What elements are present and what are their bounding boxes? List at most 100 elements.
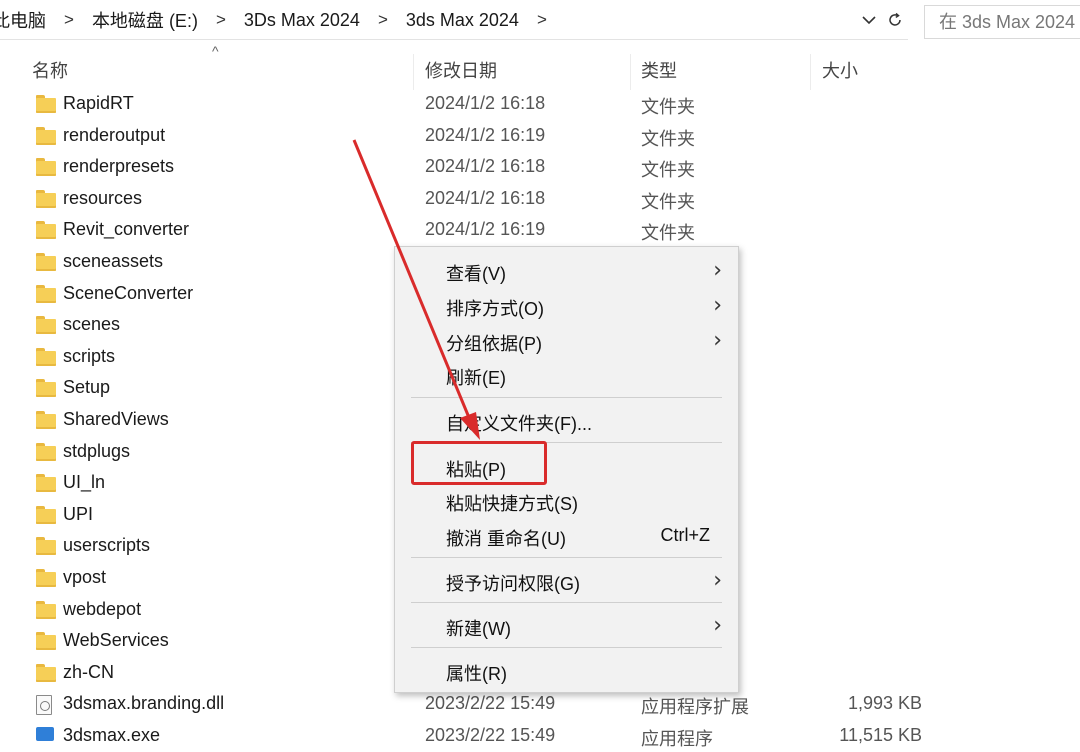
menu-item-properties[interactable]: 属性(R) — [395, 655, 738, 687]
file-modified-date: 2024/1/2 16:18 — [425, 187, 546, 208]
menu-item-label: 查看(V) — [446, 264, 506, 284]
file-row[interactable]: renderpresets 2024/1/2 16:18 文件夹 — [0, 152, 1080, 183]
folder-icon — [36, 158, 56, 177]
menu-item-label: 授予访问权限(G) — [446, 574, 580, 594]
file-name: renderpresets — [63, 156, 175, 177]
address-history-dropdown-icon[interactable] — [856, 0, 882, 40]
breadcrumb-chevron-icon[interactable]: > — [370, 10, 396, 30]
menu-separator — [411, 647, 722, 648]
file-row[interactable]: RapidRT 2024/1/2 16:18 文件夹 — [0, 89, 1080, 120]
menu-item-label: 刷新(E) — [446, 368, 506, 388]
folder-icon — [36, 189, 56, 208]
file-row[interactable]: 3dsmax.exe 2023/2/22 15:49 应用程序 11,515 KB — [0, 721, 1080, 752]
breadcrumb: 此电脑 > 本地磁盘 (E:) > 3Ds Max 2024 > 3ds Max… — [0, 0, 555, 40]
file-type: 应用程序 — [641, 729, 713, 749]
menu-item-group-by[interactable]: 分组依据(P) › — [395, 325, 738, 357]
file-modified-date: 2024/1/2 16:19 — [425, 124, 546, 145]
folder-icon — [36, 663, 56, 682]
file-modified-date: 2024/1/2 16:19 — [425, 219, 546, 240]
file-type: 文件夹 — [641, 128, 695, 149]
refresh-icon[interactable] — [882, 0, 908, 40]
folder-icon — [36, 411, 56, 429]
file-row[interactable]: renderoutput 2024/1/2 16:19 文件夹 — [0, 121, 1080, 152]
breadcrumb-chevron-icon[interactable]: > — [529, 10, 555, 30]
address-bar[interactable]: 此电脑 > 本地磁盘 (E:) > 3Ds Max 2024 > 3ds Max… — [0, 0, 908, 40]
file-type: 文件夹 — [641, 97, 695, 117]
dll-file-icon — [36, 695, 52, 716]
menu-item-grant-access[interactable]: 授予访问权限(G) › — [395, 565, 738, 597]
menu-item-label: 粘贴快捷方式(S) — [446, 494, 578, 514]
file-type: 文件夹 — [641, 191, 695, 212]
file-name: zh-CN — [63, 661, 115, 682]
menu-separator — [411, 557, 722, 558]
submenu-chevron-icon: › — [713, 258, 722, 283]
paste-highlight-box — [411, 441, 547, 485]
folder-icon — [36, 253, 56, 271]
file-type: 文件夹 — [641, 223, 695, 244]
menu-item-customize-folder[interactable]: 自定义文件夹(F)... — [395, 405, 738, 437]
file-size: 11,515 KB — [839, 725, 922, 745]
file-name: UPI — [63, 503, 94, 524]
breadcrumb-3ds-max-parent[interactable]: 3Ds Max 2024 — [234, 10, 370, 31]
breadcrumb-chevron-icon[interactable]: > — [208, 10, 234, 30]
file-name: WebServices — [63, 630, 169, 651]
folder-icon — [36, 347, 56, 366]
column-header-size[interactable]: 大小 — [822, 58, 858, 84]
breadcrumb-chevron-icon[interactable]: > — [56, 10, 82, 30]
file-name: scenes — [63, 314, 121, 335]
folder-icon — [36, 632, 56, 651]
folder-icon — [36, 569, 56, 587]
column-divider[interactable] — [630, 54, 631, 90]
column-divider[interactable] — [413, 54, 414, 90]
column-header-modified[interactable]: 修改日期 — [425, 58, 497, 84]
column-divider[interactable] — [810, 54, 811, 90]
menu-item-shortcut: Ctrl+Z — [660, 525, 711, 545]
column-header-type[interactable]: 类型 — [641, 58, 677, 84]
file-row[interactable]: Revit_converter 2024/1/2 16:19 文件夹 — [0, 215, 1080, 246]
file-name: userscripts — [63, 535, 151, 556]
breadcrumb-this-pc[interactable]: 此电脑 — [0, 7, 56, 33]
file-name: SharedViews — [63, 409, 169, 429]
menu-item-refresh[interactable]: 刷新(E) — [395, 359, 738, 391]
menu-item-label: 分组依据(P) — [446, 334, 542, 354]
file-name: resources — [63, 187, 143, 208]
file-modified-date: 2024/1/2 16:18 — [425, 93, 546, 113]
folder-icon — [36, 221, 56, 240]
search-input[interactable]: 在 3ds Max 2024 中搜索 — [924, 5, 1080, 39]
file-row[interactable]: 3dsmax.branding.dll 2023/2/22 15:49 应用程序扩展… — [0, 689, 1080, 720]
file-name: vpost — [63, 567, 107, 587]
file-row[interactable]: resources 2024/1/2 16:18 文件夹 — [0, 184, 1080, 215]
menu-item-label: 排序方式(O) — [446, 299, 544, 319]
file-modified-date: 2023/2/22 15:49 — [425, 725, 556, 745]
file-name: SceneConverter — [63, 282, 194, 303]
folder-icon — [36, 284, 56, 303]
folder-icon — [36, 505, 56, 524]
breadcrumb-drive-e[interactable]: 本地磁盘 (E:) — [82, 7, 208, 33]
menu-item-new[interactable]: 新建(W) › — [395, 610, 738, 642]
file-name: 3dsmax.branding.dll — [63, 693, 225, 714]
folder-icon — [36, 126, 56, 145]
column-header-name[interactable]: 名称 — [32, 58, 68, 84]
file-name: sceneassets — [63, 251, 164, 271]
breadcrumb-3ds-max-current[interactable]: 3ds Max 2024 — [396, 10, 529, 31]
menu-item-sort[interactable]: 排序方式(O) › — [395, 290, 738, 322]
sort-ascending-icon: ^ — [212, 43, 219, 59]
folder-icon — [36, 442, 56, 461]
menu-item-label: 撤消 重命名(U) — [446, 529, 566, 549]
folder-icon — [36, 95, 56, 113]
menu-item-label: 自定义文件夹(F)... — [446, 414, 592, 434]
submenu-chevron-icon: › — [713, 613, 722, 638]
file-name: stdplugs — [63, 440, 131, 461]
submenu-chevron-icon: › — [713, 568, 722, 593]
file-size: 1,993 KB — [847, 693, 922, 714]
file-name: UI_ln — [63, 472, 106, 493]
file-name: webdepot — [63, 598, 142, 619]
file-name: RapidRT — [63, 93, 134, 113]
file-name: 3dsmax.exe — [63, 725, 161, 745]
folder-icon — [36, 474, 56, 493]
menu-item-view[interactable]: 查看(V) › — [395, 255, 738, 287]
menu-item-undo-rename[interactable]: 撤消 重命名(U) Ctrl+Z — [395, 520, 738, 552]
folder-icon — [36, 537, 56, 556]
menu-item-label: 新建(W) — [446, 619, 511, 639]
menu-item-paste-shortcut[interactable]: 粘贴快捷方式(S) — [395, 485, 738, 517]
